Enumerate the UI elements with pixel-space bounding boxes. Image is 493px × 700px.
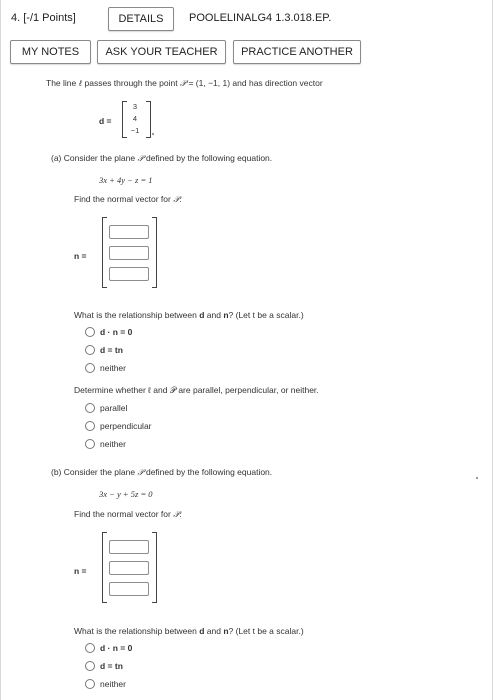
part-a-label: (a) Consider the plane 𝒫 defined by the …	[51, 153, 273, 163]
part-a-rel-radio-3[interactable]	[85, 363, 95, 373]
part-a-par-option-1[interactable]: parallel	[100, 403, 127, 413]
d-vector-entry-1: 3	[132, 102, 138, 111]
part-b-rel-radio-1[interactable]	[85, 643, 95, 653]
part-b-rel-radio-3[interactable]	[85, 679, 95, 689]
d-vector-left-bracket	[122, 101, 127, 138]
ask-teacher-button[interactable]: ASK YOUR TEACHER	[97, 40, 226, 64]
part-a-par-radio-1[interactable]	[85, 403, 95, 413]
part-a-rel-radio-1[interactable]	[85, 327, 95, 337]
part-a-par-radio-3[interactable]	[85, 439, 95, 449]
part-b-equation: 3x − y + 5z = 0	[99, 489, 153, 499]
question-number: 4. [-/1 Points]	[11, 12, 76, 24]
part-a-parallel-question: Determine whether ℓ and 𝒫 are parallel, …	[74, 385, 319, 395]
part-a-rel-radio-2[interactable]	[85, 345, 95, 355]
d-vector-entry-3: −1	[130, 126, 140, 135]
part-b-rel-radio-2[interactable]	[85, 661, 95, 671]
part-a-n-input-3[interactable]	[109, 267, 149, 281]
stray-mark	[476, 477, 478, 479]
d-vector-right-bracket	[146, 101, 151, 138]
part-b-rel-option-2[interactable]: d = tn	[100, 661, 123, 671]
part-a-n-input-1[interactable]	[109, 225, 149, 239]
d-vector-label: d =	[99, 116, 112, 126]
d-vector-period	[152, 133, 154, 135]
part-a-rel-option-3[interactable]: neither	[100, 363, 126, 373]
part-a-par-option-3[interactable]: neither	[100, 439, 126, 449]
intro-text: The line ℓ passes through the point 𝒫 = …	[46, 78, 323, 89]
intro-part-3: = (1, −1, 1) and has direction vector	[186, 78, 323, 88]
part-a-n-input-2[interactable]	[109, 246, 149, 260]
part-b-n-input-1[interactable]	[109, 540, 149, 554]
question-panel: 4. [-/1 Points] DETAILS POOLELINALG4 1.3…	[0, 0, 493, 700]
part-b-find-normal: Find the normal vector for 𝒫.	[74, 509, 182, 519]
part-a-n-right-bracket	[152, 217, 157, 288]
part-b-n-right-bracket	[152, 532, 157, 603]
part-a-par-radio-2[interactable]	[85, 421, 95, 431]
part-a-find-normal: Find the normal vector for 𝒫.	[74, 194, 182, 204]
part-a-par-option-2[interactable]: perpendicular	[100, 421, 152, 431]
part-a-equation: 3x + 4y − z = 1	[99, 175, 153, 185]
intro-part-1: The line	[46, 78, 79, 88]
part-b-label: (b) Consider the plane 𝒫 defined by the …	[51, 467, 273, 477]
part-a-rel-option-1[interactable]: d · n = 0	[100, 327, 132, 337]
part-a-n-label: n =	[74, 251, 87, 261]
intro-part-2: passes through the point	[82, 78, 180, 88]
part-b-rel-option-1[interactable]: d · n = 0	[100, 643, 132, 653]
part-b-rel-option-3[interactable]: neither	[100, 679, 126, 689]
part-b-relationship-question: What is the relationship between d and n…	[74, 626, 304, 636]
part-b-n-input-3[interactable]	[109, 582, 149, 596]
problem-id: POOLELINALG4 1.3.018.EP.	[189, 12, 332, 24]
practice-another-button[interactable]: PRACTICE ANOTHER	[233, 40, 361, 64]
part-b-n-label: n =	[74, 566, 87, 576]
my-notes-button[interactable]: MY NOTES	[10, 40, 91, 64]
part-a-rel-option-2[interactable]: d = tn	[100, 345, 123, 355]
part-a-n-left-bracket	[102, 217, 107, 288]
d-vector-entry-2: 4	[132, 114, 138, 123]
details-button[interactable]: DETAILS	[108, 7, 174, 31]
part-b-n-input-2[interactable]	[109, 561, 149, 575]
part-a-relationship-question: What is the relationship between d and n…	[74, 310, 304, 320]
part-b-n-left-bracket	[102, 532, 107, 603]
